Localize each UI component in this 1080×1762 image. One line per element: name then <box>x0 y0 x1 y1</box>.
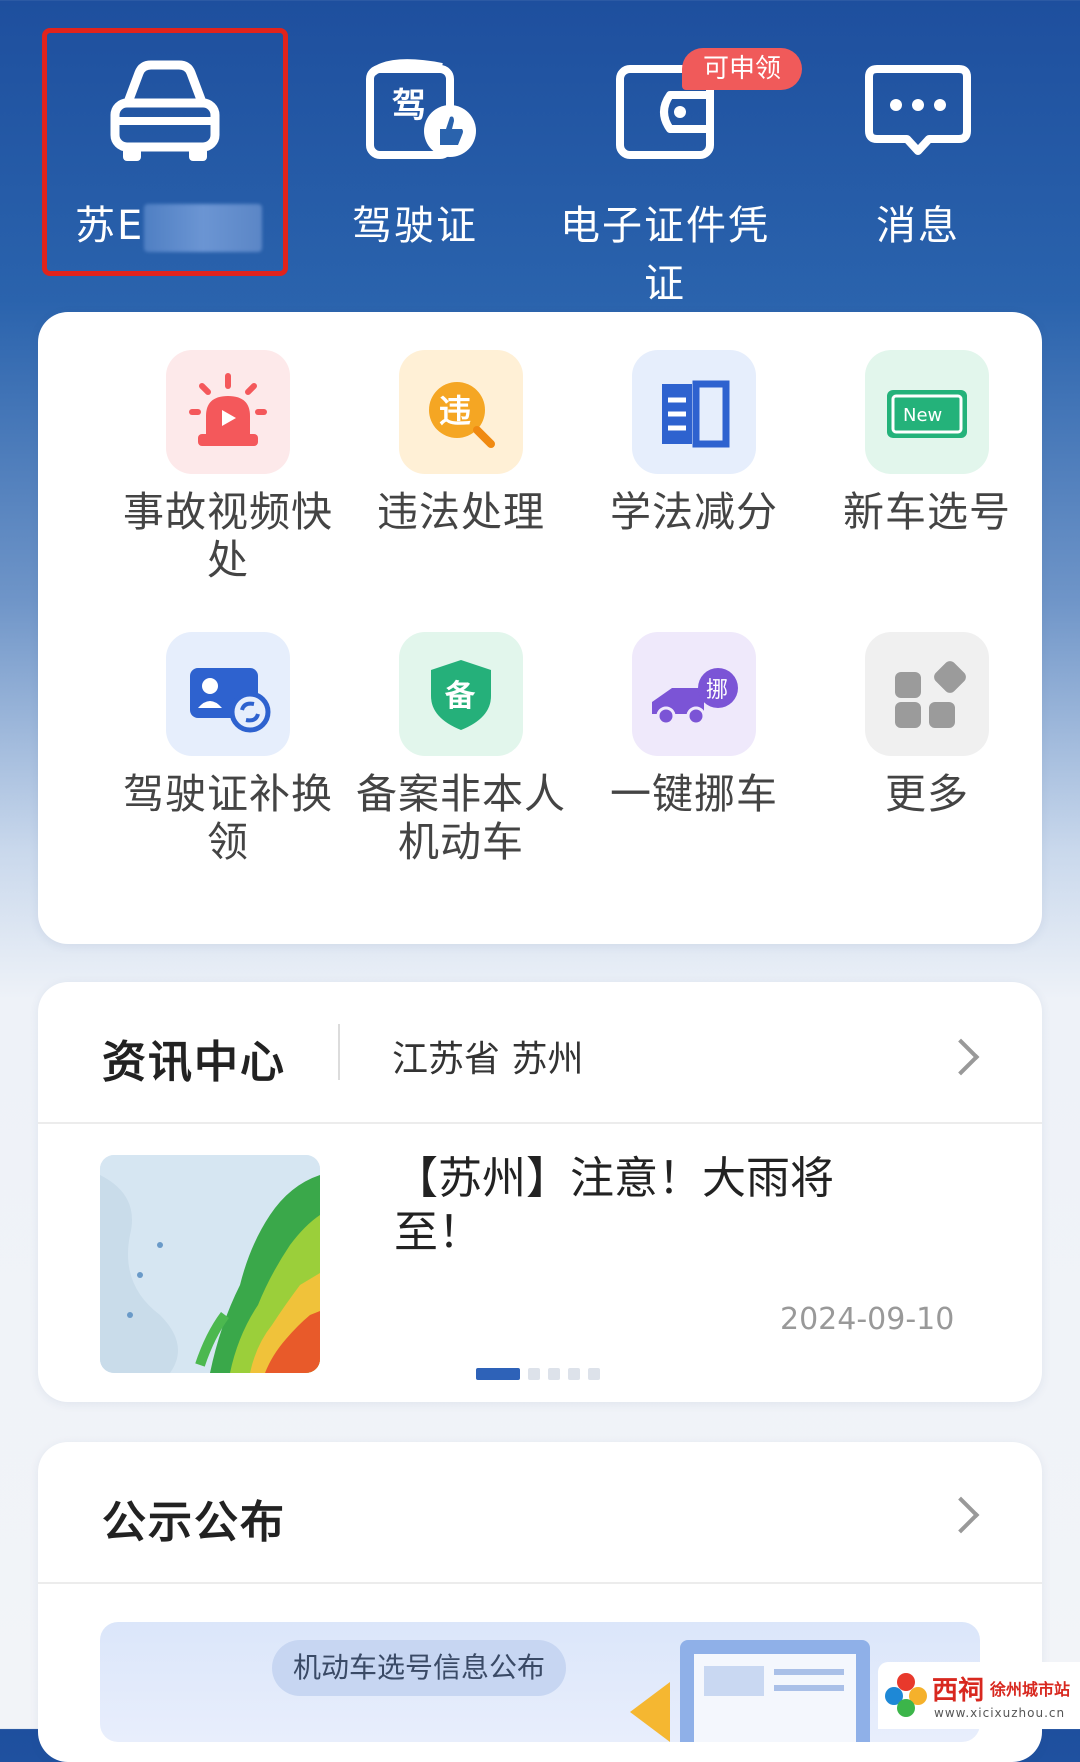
service-label: 违法处理 <box>377 488 545 536</box>
service-study-law[interactable]: 学法减分 <box>578 350 810 536</box>
region-selector[interactable]: 江苏省 苏州 <box>392 1030 583 1082</box>
car-icon <box>105 55 225 169</box>
shield-glyph: 备 <box>445 679 476 714</box>
news-headline[interactable]: 【苏州】注意！大雨将至！ <box>394 1152 864 1260</box>
truck-glyph: 挪 <box>706 678 728 703</box>
title-divider <box>338 1024 340 1080</box>
notice-section-title: 公示公布 <box>102 1497 286 1548</box>
new-glyph: New <box>903 405 942 426</box>
license-card-glyph: 驾 <box>392 86 426 126</box>
service-new-plate[interactable]: New 新车选号 <box>811 350 1043 536</box>
driving-license-label: 驾驶证 <box>352 203 478 249</box>
flower-logo-icon <box>885 1673 927 1717</box>
news-date: 2024-09-10 <box>780 1302 955 1337</box>
notice-divider <box>38 1582 1042 1584</box>
news-section-title: 资讯中心 <box>102 1037 286 1088</box>
e-certificate-label: 电子证件凭证 <box>560 203 770 307</box>
chat-bubble-icon <box>863 55 973 169</box>
service-label: 更多 <box>885 770 969 818</box>
site-watermark: 西祠 徐州城市站 www.xicixuzhou.cn <box>878 1662 1080 1729</box>
license-card-icon: 驾 <box>350 55 480 169</box>
vehicle-entry[interactable]: 苏E <box>50 55 280 275</box>
service-label: 驾驶证补换领 <box>123 770 333 866</box>
grid-icon <box>865 632 989 756</box>
service-accident-video[interactable]: 事故视频快处 <box>112 350 344 584</box>
book-icon <box>632 350 756 474</box>
alarm-icon <box>166 350 290 474</box>
chevron-right-icon[interactable] <box>942 1496 980 1534</box>
driving-license-entry[interactable]: 驾 驾驶证 <box>300 55 530 275</box>
messages-entry[interactable]: 消息 <box>803 55 1033 275</box>
banner-caption: 机动车选号信息公布 <box>272 1640 566 1696</box>
news-divider <box>38 1122 1042 1124</box>
violation-glyph: 违 <box>439 392 471 430</box>
service-label: 新车选号 <box>843 488 1011 536</box>
service-label: 学法减分 <box>610 488 778 536</box>
service-label: 事故视频快处 <box>123 488 333 584</box>
shield-icon: 备 <box>399 632 523 756</box>
service-license-replace[interactable]: 驾驶证补换领 <box>112 632 344 866</box>
truck-icon: 挪 <box>632 632 756 756</box>
watermark-city: 徐州城市站 <box>990 1680 1071 1699</box>
chevron-right-icon[interactable] <box>942 1038 980 1076</box>
service-more[interactable]: 更多 <box>811 632 1043 818</box>
service-violation[interactable]: 违 违法处理 <box>345 350 577 536</box>
service-move-car[interactable]: 挪 一键挪车 <box>578 632 810 818</box>
watermark-brand: 西祠 <box>932 1676 985 1706</box>
blurred-plate <box>144 204 263 252</box>
service-label: 备案非本人机动车 <box>356 770 566 866</box>
news-thumbnail[interactable] <box>100 1155 320 1373</box>
violation-icon: 违 <box>399 350 523 474</box>
service-register-vehicle[interactable]: 备 备案非本人机动车 <box>345 632 577 866</box>
new-plate-icon: New <box>865 350 989 474</box>
watermark-url: www.xicixuzhou.cn <box>934 1706 1066 1720</box>
carousel-indicator <box>476 1365 608 1384</box>
messages-label: 消息 <box>876 203 960 249</box>
service-label: 一键挪车 <box>610 770 778 818</box>
services-card: 事故视频快处 违 违法处理 学法减分 New 新车选号 驾驶证补换领 备 备案非… <box>38 312 1042 944</box>
id-card-swap-icon <box>166 632 290 756</box>
vehicle-plate-label: 苏E <box>75 203 145 249</box>
claimable-badge: 可申领 <box>682 48 802 90</box>
